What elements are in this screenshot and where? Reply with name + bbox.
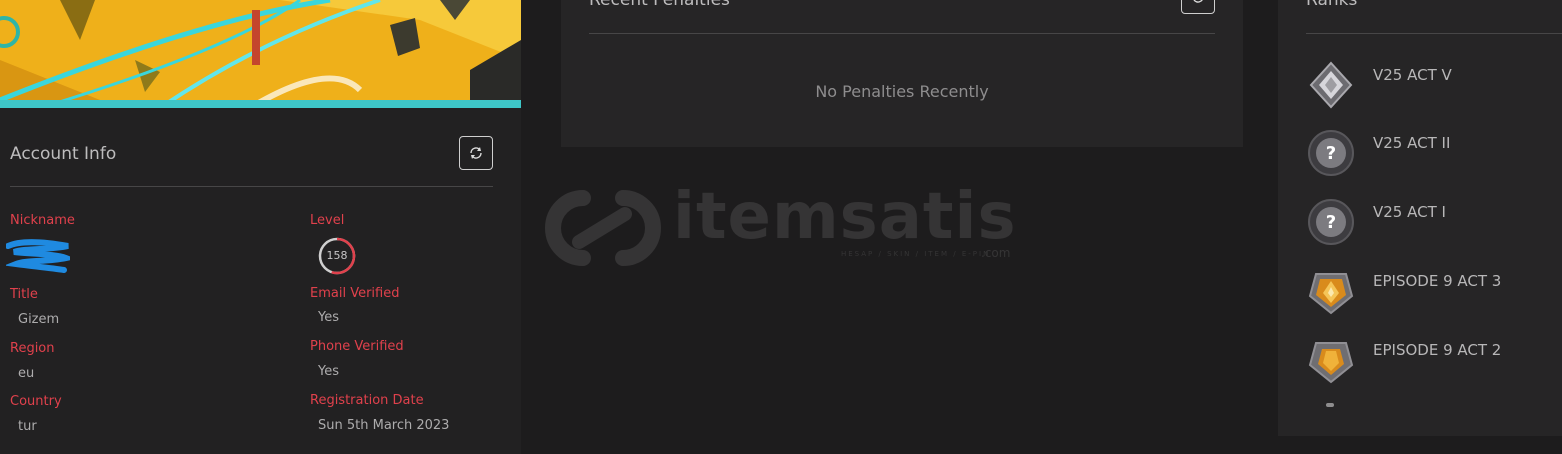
registration-date-value: Sun 5th March 2023	[318, 418, 450, 433]
level-value: 158	[326, 249, 348, 262]
rank-item: ? V25 ACT I	[1306, 197, 1562, 247]
account-refresh-button[interactable]	[459, 136, 493, 170]
rank-label: V25 ACT V	[1373, 66, 1452, 84]
registration-date-label: Registration Date	[310, 393, 424, 408]
rank-item: ? V25 ACT II	[1306, 128, 1562, 178]
title-label: Title	[10, 287, 38, 302]
region-label: Region	[10, 341, 55, 356]
phone-verified-value: Yes	[318, 364, 339, 379]
unknown-rank-icon: ?	[1308, 130, 1354, 176]
phone-verified-label: Phone Verified	[310, 339, 404, 354]
svg-text:?: ?	[1326, 143, 1336, 164]
rank-label: EPISODE 9 ACT 3	[1373, 272, 1502, 290]
account-info-title: Account Info	[10, 144, 117, 164]
rank-label: EPISODE 9 ACT 2	[1373, 341, 1502, 359]
watermark-brand: itemsatis	[673, 180, 1017, 254]
account-info-header: Account Info	[10, 136, 493, 187]
recent-penalties-title: Recent Penalties	[589, 0, 730, 10]
email-verified-label: Email Verified	[310, 286, 400, 301]
svg-text:?: ?	[1326, 212, 1336, 233]
rank-item: EPISODE 9 ACT 2	[1306, 335, 1562, 385]
gold-rank-icon	[1308, 342, 1354, 384]
watermark-tld: .com	[981, 246, 1011, 260]
itemsatis-watermark: itemsatis HESAP / SKIN / ITEM / E-PIN .c…	[545, 180, 1025, 268]
region-value: eu	[18, 366, 35, 381]
gold-rank-icon	[1308, 273, 1354, 315]
rank-item: V25 ACT V	[1306, 60, 1562, 110]
rank-icon-partial	[1326, 403, 1334, 407]
itemsatis-logo-icon	[545, 190, 661, 266]
refresh-icon	[470, 147, 482, 159]
title-value: Gizem	[18, 312, 60, 327]
watermark-tagline: HESAP / SKIN / ITEM / E-PIN	[841, 250, 991, 258]
refresh-icon	[1193, 0, 1203, 3]
penalties-refresh-button[interactable]	[1181, 0, 1215, 14]
recent-penalties-panel: Recent Penalties No Penalties Recently	[561, 0, 1243, 147]
ranks-panel: Ranks V25 ACT V ? V25 ACT II ? V25 ACT I	[1278, 0, 1562, 436]
account-column: Account Info Nickname Title Gizem Region…	[0, 0, 521, 454]
level-label: Level	[310, 213, 345, 228]
penalties-divider	[589, 33, 1215, 34]
ranks-divider	[1306, 33, 1562, 34]
country-label: Country	[10, 394, 62, 409]
rank-item: EPISODE 9 ACT 3	[1306, 266, 1562, 316]
rank-label: V25 ACT II	[1373, 134, 1451, 152]
unknown-rank-icon: ?	[1308, 199, 1354, 245]
no-penalties-message: No Penalties Recently	[815, 82, 989, 101]
player-card-banner	[0, 0, 521, 108]
diamond-rank-icon	[1309, 61, 1353, 109]
rank-label: V25 ACT I	[1373, 203, 1446, 221]
email-verified-value: Yes	[318, 310, 339, 325]
nickname-label: Nickname	[10, 213, 75, 228]
redacted-nickname	[6, 239, 70, 273]
ranks-title: Ranks	[1306, 0, 1358, 10]
country-value: tur	[18, 419, 37, 434]
